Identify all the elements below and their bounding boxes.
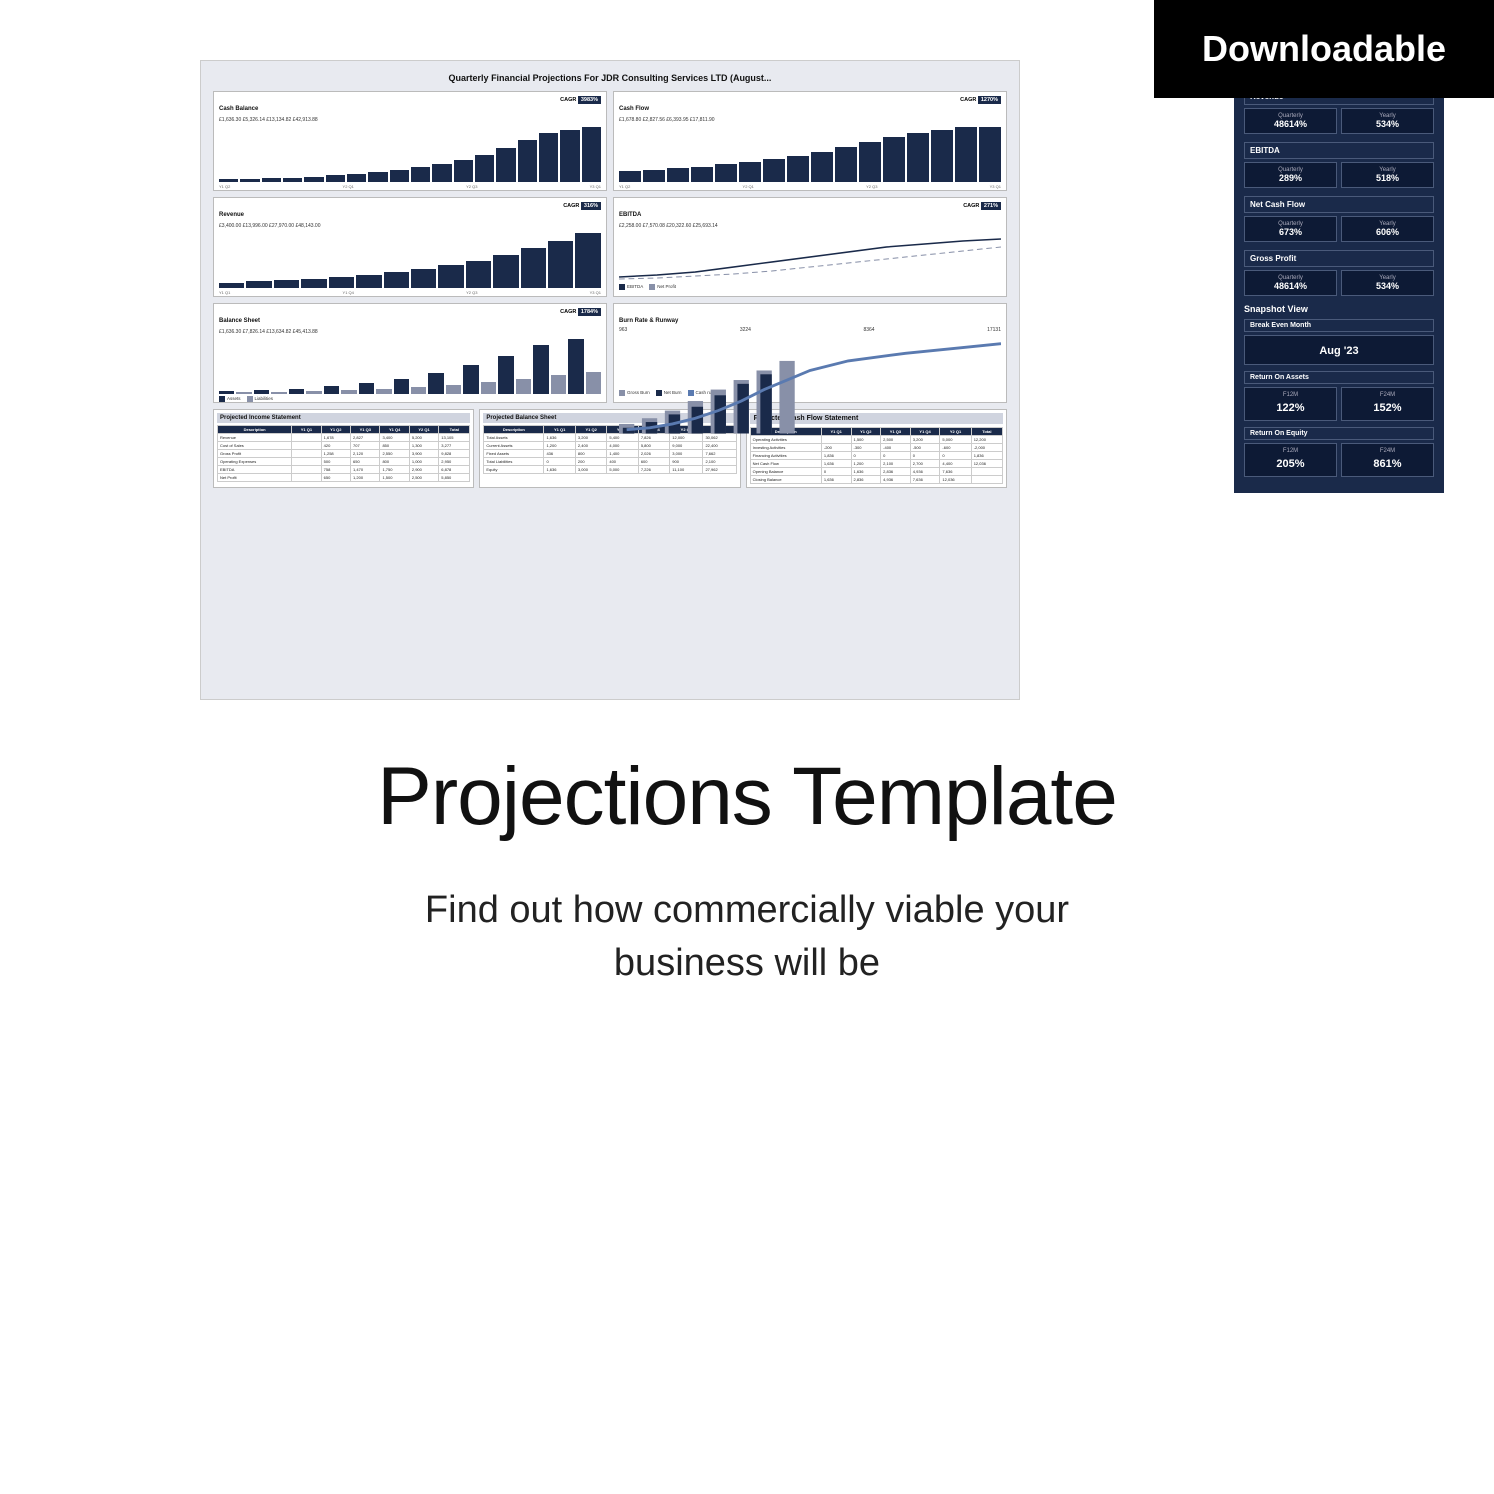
trend-ebitda-title: EBITDA [1244,142,1434,159]
revenue-values: £3,400.00 £13,996.00 £27,970.00 £48,143.… [219,223,601,229]
snapshot-roe-title: Return On Equity [1244,427,1434,440]
ebitda-chart: EBITDA CAGR 271% £2,258.00 £7,570.08 £20… [613,197,1007,297]
bottom-content: Projections Template Find out how commer… [0,730,1494,1010]
balance-sheet-title: Balance Sheet [219,318,260,324]
revenue-chart: Revenue CAGR 316% £3,400.00 £13,996.00 £… [213,197,607,297]
ebitda-title: EBITDA [619,212,641,218]
revenue-title: Revenue [219,212,244,218]
ebitda-cagr: CAGR 271% [963,203,1001,209]
snapshot-roa-values: F12M 122% F24M 152% [1244,387,1434,421]
cash-balance-values: £1,636.30 £5,326.14 £13,134.82 £42,913.8… [219,117,601,123]
cash-flow-values: £1,678.80 £2,827.56 £6,393.95 £17,811.90 [619,117,1001,123]
revenue-x-labels: Y1 Q1 Y1 Q4 Y2 Q3 Y3 Q1 [219,290,601,295]
snapshot-roe-f12m: F12M 205% [1244,443,1337,477]
cash-balance-cagr-value: 3983% [578,96,601,104]
trend-revenue-yearly: Yearly 534% [1341,108,1434,134]
snapshot-break-even-title: Break Even Month [1244,319,1434,332]
snapshot-return-equity: Return On Equity F12M 205% F24M 861% [1244,427,1434,477]
trend-gross-profit: Gross Profit Quarterly 48614% Yearly 534… [1244,250,1434,296]
trend-ebitda-yearly: Yearly 518% [1341,162,1434,188]
snapshot-roe-values: F12M 205% F24M 861% [1244,443,1434,477]
cash-flow-x-labels: Y1 Q2 Y2 Q1 Y2 Q3 Y3 Q1 [619,184,1001,189]
trend-net-cash-flow: Net Cash Flow Quarterly 673% Yearly 606% [1244,196,1434,242]
snapshot-view-title: Snapshot View [1244,304,1434,314]
income-statement-table: DescriptionY1 Q1Y1 Q2Y1 Q3Y1 Q4Y2 Q1Tota… [217,425,470,482]
revenue-cagr: CAGR 316% [563,203,601,209]
doc-preview: Quarterly Financial Projections For JDR … [200,60,1020,700]
cash-balance-title: Cash Balance [219,106,258,112]
trend-revenue-values: Quarterly 48614% Yearly 534% [1244,108,1434,134]
ebitda-values: £2,258.00 £7,570.08 £20,322.60 £25,693.1… [619,223,1001,229]
burn-rate-title: Burn Rate & Runway [619,318,678,324]
downloadable-badge: Downloadable [1154,0,1494,98]
sub-title: Find out how commercially viable yourbus… [20,884,1474,990]
trend-sidebar: Trend View (average growth) Revenue Quar… [1234,60,1444,493]
cash-balance-cagr-label: CAGR 3983% [560,97,601,103]
charts-grid: Cash Balance CAGR 3983% £1,636.30 £5,326… [213,91,1007,403]
snapshot-roa-f24m: F24M 152% [1341,387,1434,421]
revenue-bars [219,233,601,288]
cash-flow-chart: Cash Flow CAGR 1270% £1,678.80 £2,827.56… [613,91,1007,191]
trend-gp-yearly: Yearly 534% [1341,270,1434,296]
trend-ncf-values: Quarterly 673% Yearly 606% [1244,216,1434,242]
cash-flow-cagr: CAGR 1270% [960,97,1001,103]
trend-ncf-quarterly: Quarterly 673% [1244,216,1337,242]
income-statement-title: Projected Income Statement [217,413,470,423]
snapshot-break-even-value: Aug '23 [1244,335,1434,365]
burn-rate-area [619,338,1001,388]
snapshot-roa-f12m: F12M 122% [1244,387,1337,421]
snapshot-roe-f24m: F24M 861% [1341,443,1434,477]
balance-sheet-chart: Balance Sheet CAGR 1784% £1,636.30 £7,82… [213,303,607,403]
trend-gp-values: Quarterly 48614% Yearly 534% [1244,270,1434,296]
trend-gp-title: Gross Profit [1244,250,1434,267]
cash-flow-title: Cash Flow [619,106,649,112]
balance-sheet-cagr: CAGR 1784% [560,309,601,315]
balance-sheet-legend: Assets Liabilities [219,396,601,402]
trend-ebitda: EBITDA Quarterly 289% Yearly 518% [1244,142,1434,188]
cash-balance-bars [219,127,601,182]
snapshot-return-assets: Return On Assets F12M 122% F24M 152% [1244,371,1434,421]
burn-rate-chart: Burn Rate & Runway 963 3224 8364 17131 [613,303,1007,403]
income-statement-section: Projected Income Statement DescriptionY1… [213,409,474,488]
ebitda-line-chart [619,237,1001,282]
snapshot-break-even: Break Even Month Aug '23 [1244,319,1434,365]
cash-flow-bars [619,127,1001,182]
trend-gp-quarterly: Quarterly 48614% [1244,270,1337,296]
doc-title: Quarterly Financial Projections For JDR … [213,73,1007,83]
cash-flow-table: DescriptionY1 Q1Y1 Q2Y1 Q3Y1 Q4Y2 Q1Tota… [750,427,1003,484]
trend-ebitda-values: Quarterly 289% Yearly 518% [1244,162,1434,188]
cash-balance-chart: Cash Balance CAGR 3983% £1,636.30 £5,326… [213,91,607,191]
snapshot-roa-title: Return On Assets [1244,371,1434,384]
trend-ncf-yearly: Yearly 606% [1341,216,1434,242]
trend-ebitda-quarterly: Quarterly 289% [1244,162,1337,188]
balance-sheet-bars [219,339,601,394]
main-title: Projections Template [20,750,1474,844]
trend-ncf-title: Net Cash Flow [1244,196,1434,213]
balance-sheet-values: £1,636.30 £7,826.14 £13,634.82 £45,413.8… [219,329,601,335]
cash-balance-x-labels: Y1 Q2 Y2 Q1 Y2 Q3 Y3 Q1 [219,184,601,189]
burn-rate-numbers: 963 3224 8364 17131 [619,327,1001,333]
trend-revenue-quarterly: Quarterly 48614% [1244,108,1337,134]
ebitda-legend: EBITDA Net Profit [619,284,1001,290]
